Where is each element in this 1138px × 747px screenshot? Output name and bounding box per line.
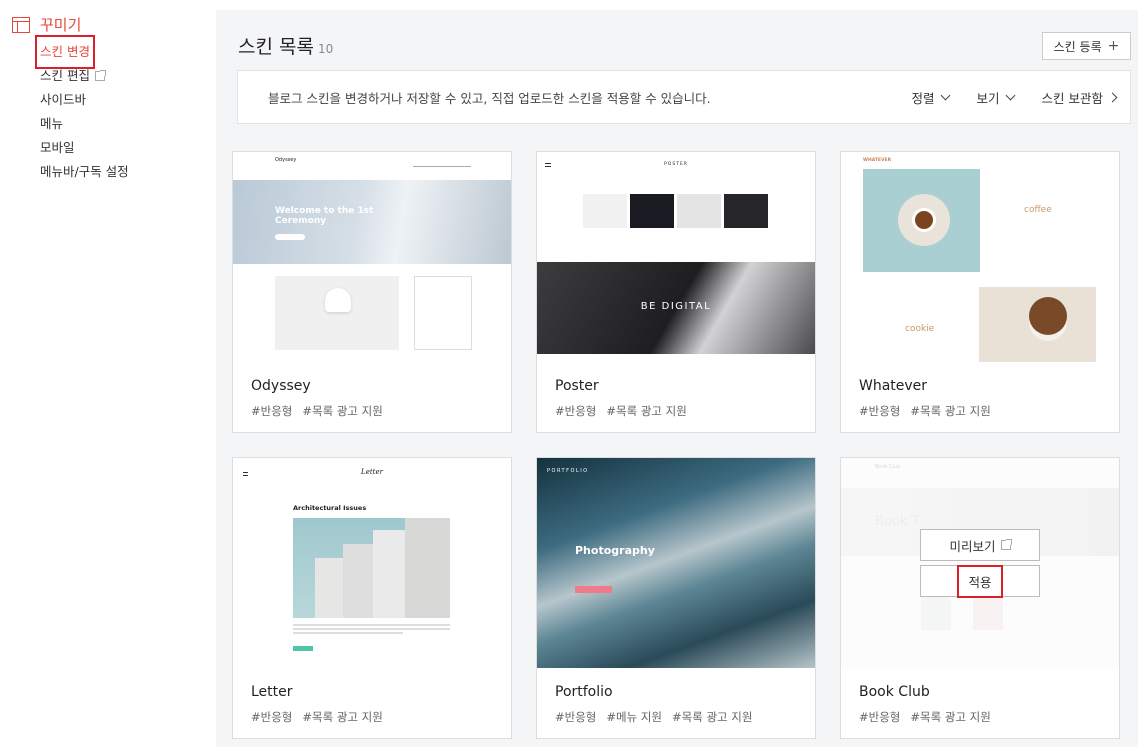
hover-overlay [841, 458, 1119, 668]
page-title: 스킨 목록 10 [238, 36, 334, 58]
skin-name: Poster [555, 378, 599, 394]
skin-tags: #반응형 #목록 광고 지원 [555, 404, 687, 418]
sidebar-item-mobile[interactable]: 모바일 [40, 136, 129, 160]
skin-name: Book Club [859, 684, 930, 700]
skin-name: Portfolio [555, 684, 613, 700]
skin-card-odyssey[interactable]: Odyssey Welcome to the 1st Ceremony Odys… [232, 151, 512, 433]
sidebar-item-skin-edit[interactable]: 스킨 편집 [40, 64, 129, 88]
sidebar-header[interactable]: 꾸미기 [12, 14, 81, 35]
thumb-hero: Welcome to the 1st Ceremony [233, 180, 511, 264]
skin-thumbnail: PORTFOLIO Photography [537, 458, 815, 668]
chair-image [325, 288, 351, 312]
skin-card-whatever[interactable]: WHATEVER coffee cookie Whatever #반응형 #목록… [840, 151, 1120, 433]
view-dropdown[interactable]: 보기 [977, 88, 1015, 107]
skin-thumbnail: POSTER BE DIGITAL [537, 152, 815, 362]
info-actions: 정렬 보기 스킨 보관함 [883, 88, 1118, 107]
skin-tags: #반응형 #목록 광고 지원 [859, 404, 991, 418]
skin-tags: #반응형 #메뉴 지원 #목록 광고 지원 [555, 710, 753, 724]
skin-card-poster[interactable]: POSTER BE DIGITAL Poster #반응형 #목록 광고 지원 [536, 151, 816, 433]
register-skin-button[interactable]: 스킨 등록 + [1042, 32, 1131, 60]
sort-dropdown[interactable]: 정렬 [911, 88, 950, 107]
external-link-icon [1000, 539, 1012, 550]
skin-name: Odyssey [251, 378, 311, 394]
external-link-icon [94, 70, 106, 81]
skin-card-letter[interactable]: Letter Architectural Issues Letter #반응형 … [232, 457, 512, 739]
info-text: 블로그 스킨을 변경하거나 저장할 수 있고, 직접 업로드한 스킨을 적용할 … [268, 91, 711, 106]
sidebar-title: 꾸미기 [40, 16, 82, 34]
sidebar-item-skin-change[interactable]: 스킨 변경 [35, 35, 129, 69]
preview-button[interactable]: 미리보기 [920, 529, 1040, 561]
sidebar-item-sidebar[interactable]: 사이드바 [40, 88, 129, 112]
info-bar: 블로그 스킨을 변경하거나 저장할 수 있고, 직접 업로드한 스킨을 적용할 … [237, 70, 1131, 124]
skin-storage-link[interactable]: 스킨 보관함 [1042, 88, 1118, 107]
coffee-image [863, 169, 980, 272]
main-content: 스킨 목록 10 스킨 등록 + 블로그 스킨을 변경하거나 저장할 수 있고, 직… [216, 10, 1138, 747]
skin-thumbnail: Letter Architectural Issues [233, 458, 511, 668]
chevron-down-icon [940, 90, 950, 101]
skin-tags: #반응형 #목록 광고 지원 [251, 404, 383, 418]
skin-card-portfolio[interactable]: PORTFOLIO Photography Portfolio #반응형 #메뉴… [536, 457, 816, 739]
chevron-down-icon [1005, 90, 1015, 101]
plus-icon: + [1107, 38, 1120, 54]
landscape-image [537, 458, 815, 668]
cookie-image [979, 287, 1096, 362]
skin-name: Letter [251, 684, 293, 700]
skin-thumbnail: WHATEVER coffee cookie [841, 152, 1119, 362]
thumb-search-bar [413, 161, 471, 167]
skin-tags: #반응형 #목록 광고 지원 [859, 710, 991, 724]
skin-card-book-club[interactable]: Book Club Book T 미리보기 적용 Book Club #반응형 … [840, 457, 1120, 739]
chevron-right-icon [1107, 92, 1118, 103]
apply-button[interactable]: 적용 [920, 564, 1040, 598]
skin-thumbnail: Odyssey Welcome to the 1st Ceremony [233, 152, 511, 362]
sidebar-menu: 스킨 변경 스킨 편집 사이드바 메뉴 모바일 메뉴바/구독 설정 [35, 35, 129, 184]
sidebar-item-menubar-subscribe[interactable]: 메뉴바/구독 설정 [40, 160, 129, 184]
thumb-hero: BE DIGITAL [537, 262, 815, 354]
sidebar-item-menu[interactable]: 메뉴 [40, 112, 129, 136]
architecture-image [293, 518, 450, 618]
skin-thumbnail: Book Club Book T 미리보기 적용 [841, 458, 1119, 668]
skin-name: Whatever [859, 378, 928, 394]
layout-icon [12, 16, 30, 33]
skin-tags: #반응형 #목록 광고 지원 [251, 710, 383, 724]
sidebar: 꾸미기 스킨 변경 스킨 편집 사이드바 메뉴 모바일 메뉴바/구독 설정 [0, 0, 216, 747]
skin-count: 10 [317, 42, 334, 56]
